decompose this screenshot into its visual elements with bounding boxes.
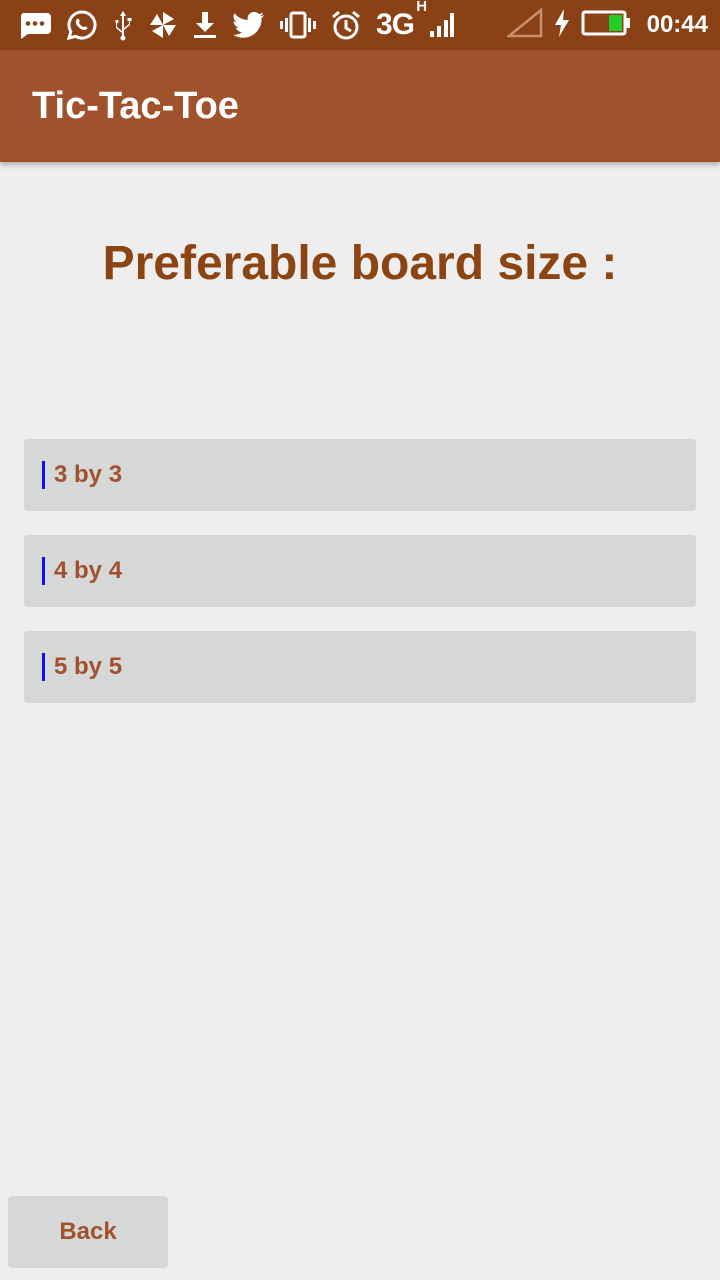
vibrate-icon — [280, 9, 316, 41]
board-size-option-5x5[interactable]: 5 by 5 — [24, 631, 696, 703]
message-icon — [18, 9, 52, 41]
board-size-option-4x4[interactable]: 4 by 4 — [24, 535, 696, 607]
app-title: Tic-Tac-Toe — [32, 84, 239, 127]
twitter-icon — [232, 9, 266, 41]
network-type: 3G H — [376, 0, 427, 41]
battery-level-fill — [608, 14, 622, 31]
text-cursor — [42, 461, 45, 489]
signal-icon — [428, 9, 455, 41]
whatsapp-icon — [66, 9, 98, 41]
pinwheel-icon — [148, 9, 178, 41]
charging-icon — [553, 8, 571, 43]
text-cursor — [42, 557, 45, 585]
alarm-icon — [330, 9, 362, 41]
battery-icon — [581, 9, 631, 42]
notification-icons: 3G H — [18, 0, 507, 41]
download-icon — [192, 9, 218, 41]
board-size-option-3x3[interactable]: 3 by 3 — [24, 439, 696, 511]
no-signal-icon — [505, 6, 543, 43]
usb-icon — [112, 9, 134, 41]
clock: 00:44 — [646, 11, 708, 38]
system-status: 00:44 — [505, 6, 708, 43]
page-heading: Preferable board size : — [102, 237, 618, 290]
text-cursor — [42, 653, 45, 681]
app-bar: Tic-Tac-Toe — [0, 50, 720, 162]
option-label: 5 by 5 — [54, 653, 123, 680]
status-bar: 3G H 00:44 — [0, 0, 720, 50]
option-label: 3 by 3 — [54, 461, 123, 488]
option-label: 4 by 4 — [54, 557, 123, 584]
back-button[interactable]: Back — [8, 1196, 168, 1268]
